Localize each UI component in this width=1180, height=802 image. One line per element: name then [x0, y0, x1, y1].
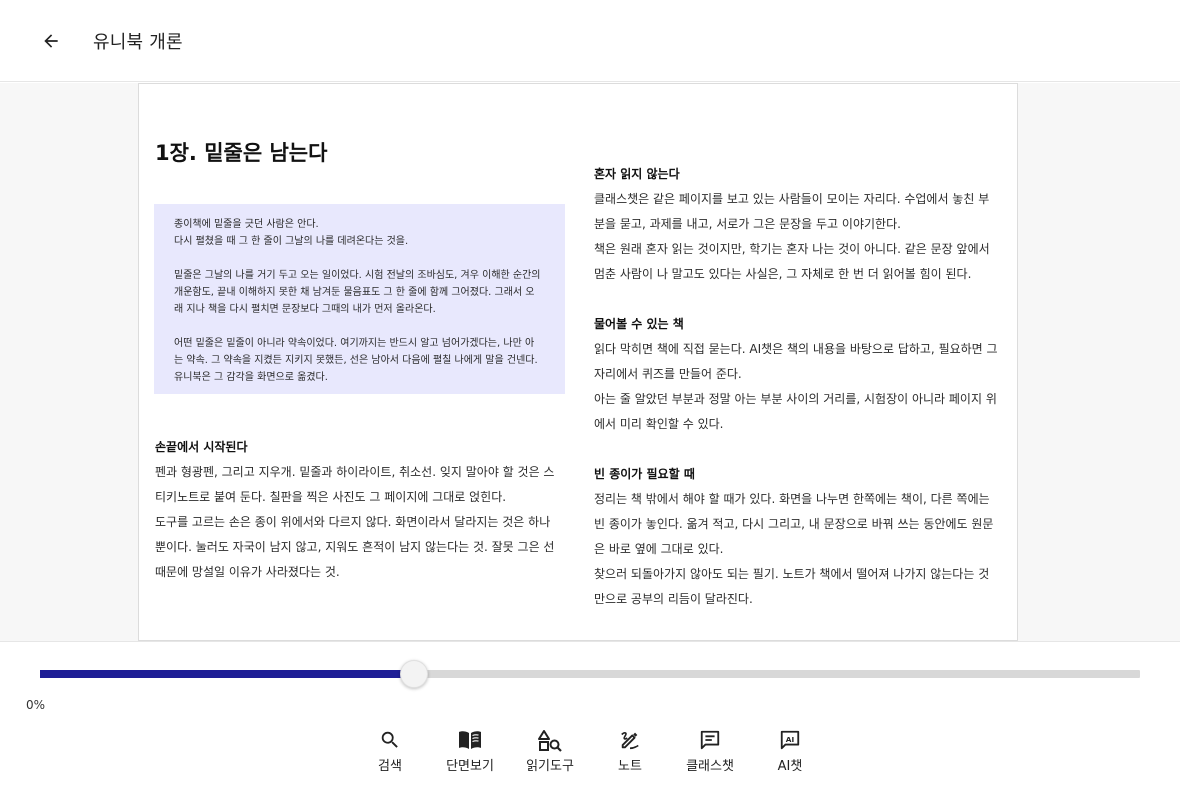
slider-fill	[40, 670, 414, 678]
note-button[interactable]: 노트	[590, 728, 670, 778]
arrow-left-icon	[44, 34, 58, 48]
section-not-alone: 혼자 읽지 않는다 클래스챗은 같은 페이지를 보고 있는 사람들이 모이는 자…	[594, 162, 1004, 287]
section-ask-book: 물어볼 수 있는 책 읽다 막히면 책에 직접 묻는다. AI챗은 책의 내용을…	[594, 312, 1004, 437]
book-title: 유니북 개론	[93, 32, 183, 53]
body-line: 정리는 책 밖에서 해야 할 때가 있다. 화면을 나누면 한쪽에는 책이, 다…	[594, 492, 990, 506]
book-open-icon	[458, 728, 482, 752]
quote-line: 밑줄은 그날의 나를 거기 두고 오는 일이었다. 시험 전날의 조바심도, 겨…	[174, 270, 541, 281]
body-line: 찾으러 되돌아가지 않아도 되는 필기. 노트가 책에서 떨어져 나가지 않는다…	[594, 567, 990, 581]
reader-area: 1장. 밑줄은 남는다 종이책에 밑줄을 긋던 사람은 안다. 다시 펼쳤을 때…	[0, 83, 1180, 641]
class-chat-button[interactable]: 클래스챗	[670, 728, 750, 778]
quote-line: 는 약속. 그 약속을 지켰든 지키지 못했든, 선은 남아서 다음에 펼칠 나…	[174, 355, 538, 366]
quote-paragraph: 종이책에 밑줄을 긋던 사람은 안다. 다시 펼쳤을 때 그 한 줄이 그날의 …	[174, 216, 545, 250]
body-line: 티키노트로 붙여 둔다. 칠판을 찍은 사진도 그 페이지에 그대로 얹힌다.	[155, 490, 507, 504]
page-progress-slider[interactable]	[40, 660, 1140, 688]
body-line: 자리에서 퀴즈를 만들어 준다.	[594, 367, 742, 381]
body-line: 만으로 공부의 리듬이 달라진다.	[594, 592, 753, 606]
section-heading: 물어볼 수 있는 책	[594, 317, 684, 331]
reading-tools-label: 읽기도구	[526, 759, 574, 774]
ai-chat-label: AI챗	[777, 759, 803, 774]
section-blank-paper: 빈 종이가 필요할 때 정리는 책 밖에서 해야 할 때가 있다. 화면을 나누…	[594, 462, 1004, 612]
slider-thumb[interactable]	[400, 660, 428, 688]
body-line: 책은 원래 혼자 읽는 것이지만, 학기는 혼자 나는 것이 아니다. 같은 문…	[594, 242, 990, 256]
reading-tools-icon	[538, 728, 562, 752]
body-line: 읽다 막히면 책에 직접 묻는다. AI챗은 책의 내용을 바탕으로 답하고, …	[594, 342, 998, 356]
quote-line: 종이책에 밑줄을 긋던 사람은 안다.	[174, 219, 319, 230]
top-app-bar: 유니북 개론	[0, 0, 1180, 82]
back-button[interactable]	[36, 26, 66, 56]
pen-icon	[618, 728, 642, 752]
bottom-toolbar: 검색 단면보기 읽기도구 노트 클래스챗 AI AI챗	[350, 728, 830, 778]
body-line: 때문에 망설일 이유가 사라졌다는 것.	[155, 565, 340, 579]
body-line: 빈 종이가 놓인다. 옮겨 적고, 다시 그리고, 내 문장으로 바꿔 쓰는 동…	[594, 517, 994, 531]
quote-line: 래 지나 책을 다시 펼치면 문장보다 그때의 내가 먼저 올라온다.	[174, 304, 436, 315]
quote-line: 유니북은 그 감각을 화면으로 옮겼다.	[174, 372, 328, 383]
search-button-label: 검색	[378, 759, 402, 774]
quote-line: 어떤 밑줄은 밑줄이 아니라 약속이었다. 여기까지는 반드시 알고 넘어가겠다…	[174, 338, 535, 349]
svg-text:AI: AI	[786, 735, 795, 744]
chat-icon	[698, 728, 722, 752]
quote-line: 개운함도, 끝내 이해하지 못한 채 남겨둔 물음표도 그 한 줄에 함께 그어…	[174, 287, 535, 298]
section-fingertips: 손끝에서 시작된다 펜과 형광펜, 그리고 지우개. 밑줄과 하이라이트, 취소…	[155, 435, 565, 585]
ai-chat-button[interactable]: AI AI챗	[750, 728, 830, 778]
body-line: 도구를 고르는 손은 종이 위에서와 다르지 않다. 화면이라서 달라지는 것은…	[155, 515, 551, 529]
book-page[interactable]: 1장. 밑줄은 남는다 종이책에 밑줄을 긋던 사람은 안다. 다시 펼쳤을 때…	[138, 83, 1018, 641]
progress-percent: 0%	[26, 698, 46, 712]
ai-chat-icon: AI	[778, 728, 802, 752]
body-line: 은 바로 옆에 그대로 있다.	[594, 542, 724, 556]
body-line: 클래스챗은 같은 페이지를 보고 있는 사람들이 모이는 자리다. 수업에서 놓…	[594, 192, 990, 206]
body-line: 뿐이다. 눌러도 자국이 남지 않고, 지워도 흔적이 남지 않는다는 것. 잘…	[155, 540, 555, 554]
single-page-view-button[interactable]: 단면보기	[430, 728, 510, 778]
search-icon	[378, 728, 402, 752]
body-line: 아는 줄 알았던 부분과 정말 아는 부분 사이의 거리를, 시험장이 아니라 …	[594, 392, 997, 406]
body-line: 펜과 형광펜, 그리고 지우개. 밑줄과 하이라이트, 취소선. 잊지 말아야 …	[155, 465, 555, 479]
body-line: 에서 미리 확인할 수 있다.	[594, 417, 724, 431]
body-line: 멈춘 사람이 나 말고도 있다는 사실은, 그 자체로 한 번 더 읽어볼 힘이…	[594, 267, 972, 281]
chapter-title: 1장. 밑줄은 남는다	[155, 141, 328, 165]
section-heading: 빈 종이가 필요할 때	[594, 467, 695, 481]
search-button[interactable]: 검색	[350, 728, 430, 778]
body-line: 분을 묻고, 과제를 내고, 서로가 그은 문장을 두고 이야기한다.	[594, 217, 901, 231]
single-page-view-label: 단면보기	[446, 759, 494, 774]
quote-paragraph: 밑줄은 그날의 나를 거기 두고 오는 일이었다. 시험 전날의 조바심도, 겨…	[174, 267, 545, 318]
section-heading: 손끝에서 시작된다	[155, 440, 248, 454]
quote-line: 다시 펼쳤을 때 그 한 줄이 그날의 나를 데려온다는 것을.	[174, 236, 409, 247]
bottom-panel: 0% 검색 단면보기 읽기도구 노트 클래스챗 AI AI챗	[0, 641, 1180, 802]
reading-tools-button[interactable]: 읽기도구	[510, 728, 590, 778]
quote-box: 종이책에 밑줄을 긋던 사람은 안다. 다시 펼쳤을 때 그 한 줄이 그날의 …	[154, 204, 565, 394]
class-chat-label: 클래스챗	[686, 759, 734, 774]
quote-paragraph: 어떤 밑줄은 밑줄이 아니라 약속이었다. 여기까지는 반드시 알고 넘어가겠다…	[174, 335, 545, 386]
section-heading: 혼자 읽지 않는다	[594, 167, 680, 181]
note-button-label: 노트	[618, 759, 642, 774]
